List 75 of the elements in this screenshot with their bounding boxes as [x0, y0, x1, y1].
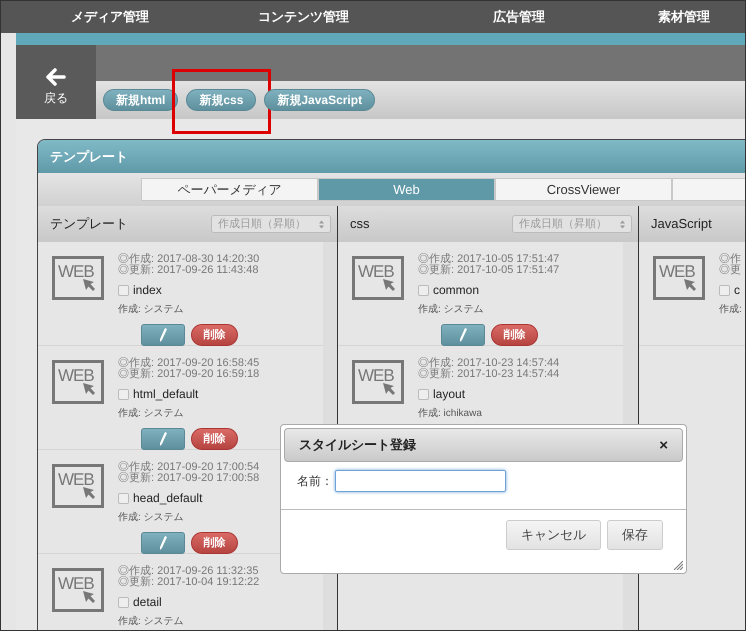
pencil-icon	[159, 432, 167, 446]
created-date: ◎作成: 2017-10-23 14:57:44	[418, 358, 560, 369]
created-date: ◎作成: 2017-09-20 17:00:54	[118, 462, 260, 473]
edit-button[interactable]	[141, 324, 185, 346]
delete-button[interactable]: 削除	[191, 532, 238, 554]
author-label: 作成: システム	[418, 302, 485, 317]
web-page-icon: WEB	[352, 256, 404, 300]
web-page-icon: WEB	[52, 464, 104, 508]
edit-button[interactable]	[441, 324, 485, 346]
updated-date: ◎更	[719, 265, 742, 276]
updated-date: ◎更新: 2017-10-04 19:12:22	[118, 577, 260, 588]
delete-button[interactable]: 削除	[491, 324, 538, 346]
delete-button[interactable]: 削除	[191, 324, 238, 346]
resize-grip-icon	[673, 560, 683, 570]
checkbox[interactable]	[118, 596, 129, 608]
file-name: detail	[133, 594, 162, 611]
updated-date: ◎更新: 2017-10-23 14:57:44	[418, 369, 560, 380]
pencil-icon	[159, 328, 167, 342]
stepper-icon	[319, 220, 324, 228]
checkbox[interactable]	[118, 492, 129, 504]
tab[interactable]: CrossViewer	[495, 178, 672, 201]
created-date: ◎作成: 2017-09-20 16:58:45	[118, 358, 260, 369]
edit-button[interactable]	[141, 428, 185, 450]
file-name: index	[133, 282, 162, 299]
web-page-icon: WEB	[52, 568, 104, 612]
column-title: css	[350, 215, 370, 234]
web-page-icon: WEB	[653, 256, 705, 300]
dialog-button[interactable]: 保存	[607, 520, 663, 550]
edit-button[interactable]	[141, 532, 185, 554]
checkbox[interactable]	[719, 284, 730, 296]
close-button[interactable]: ×	[659, 438, 668, 452]
checkbox[interactable]	[118, 284, 129, 296]
file-name: layout	[433, 386, 466, 403]
created-date: ◎作成: 2017-10-05 17:51:47	[418, 254, 560, 265]
dialog-button[interactable]: キャンセル	[506, 520, 601, 550]
column-title: テンプレート	[50, 215, 128, 234]
web-page-icon: WEB	[52, 256, 104, 300]
checkbox[interactable]	[418, 284, 429, 296]
created-date: ◎作成: 2017-09-26 11:32:35	[118, 566, 260, 577]
checkbox[interactable]	[418, 388, 429, 400]
field-label: 名前：	[297, 473, 333, 490]
created-date: ◎作	[719, 254, 742, 265]
delete-button[interactable]: 削除	[191, 428, 238, 450]
updated-date: ◎更新: 2017-09-20 17:00:58	[118, 473, 260, 484]
file-name: common	[433, 282, 480, 299]
nav-item[interactable]: メディア管理	[71, 9, 149, 24]
dialog-title: スタイルシート登録	[299, 436, 416, 454]
author-label: 作成: システム	[118, 614, 185, 629]
updated-date: ◎更新: 2017-09-26 11:43:48	[118, 265, 260, 276]
author-label: 作成:	[719, 302, 742, 317]
author-label: 作成: システム	[118, 510, 185, 525]
checkbox[interactable]	[118, 388, 129, 400]
created-date: ◎作成: 2017-08-30 14:20:30	[118, 254, 260, 265]
web-page-icon: WEB	[52, 360, 104, 404]
updated-date: ◎更新: 2017-09-20 16:59:18	[118, 369, 260, 380]
pencil-icon	[159, 536, 167, 550]
author-label: 作成: ichikawa	[418, 406, 483, 421]
web-page-icon: WEB	[352, 360, 404, 404]
file-name: html_default	[133, 386, 198, 403]
column-title: JavaScript	[651, 215, 712, 234]
nav-item[interactable]: 広告管理	[493, 9, 545, 24]
back-arrow-icon	[46, 68, 66, 86]
file-name: head_default	[133, 490, 202, 507]
pencil-icon	[459, 328, 467, 342]
name-input-field[interactable]	[335, 470, 506, 492]
nav-item[interactable]: コンテンツ管理	[258, 9, 349, 24]
stepper-icon	[620, 220, 625, 228]
panel-title: テンプレート	[50, 148, 128, 166]
author-label: 作成: システム	[118, 406, 185, 421]
nav-item[interactable]: 素材管理	[658, 9, 710, 24]
tab[interactable]: ペーパーメディア	[141, 178, 318, 201]
file-name: c	[734, 282, 740, 299]
back-button[interactable]: 戻る	[16, 45, 96, 119]
updated-date: ◎更新: 2017-10-05 17:51:47	[418, 265, 560, 276]
author-label: 作成: システム	[118, 302, 185, 317]
